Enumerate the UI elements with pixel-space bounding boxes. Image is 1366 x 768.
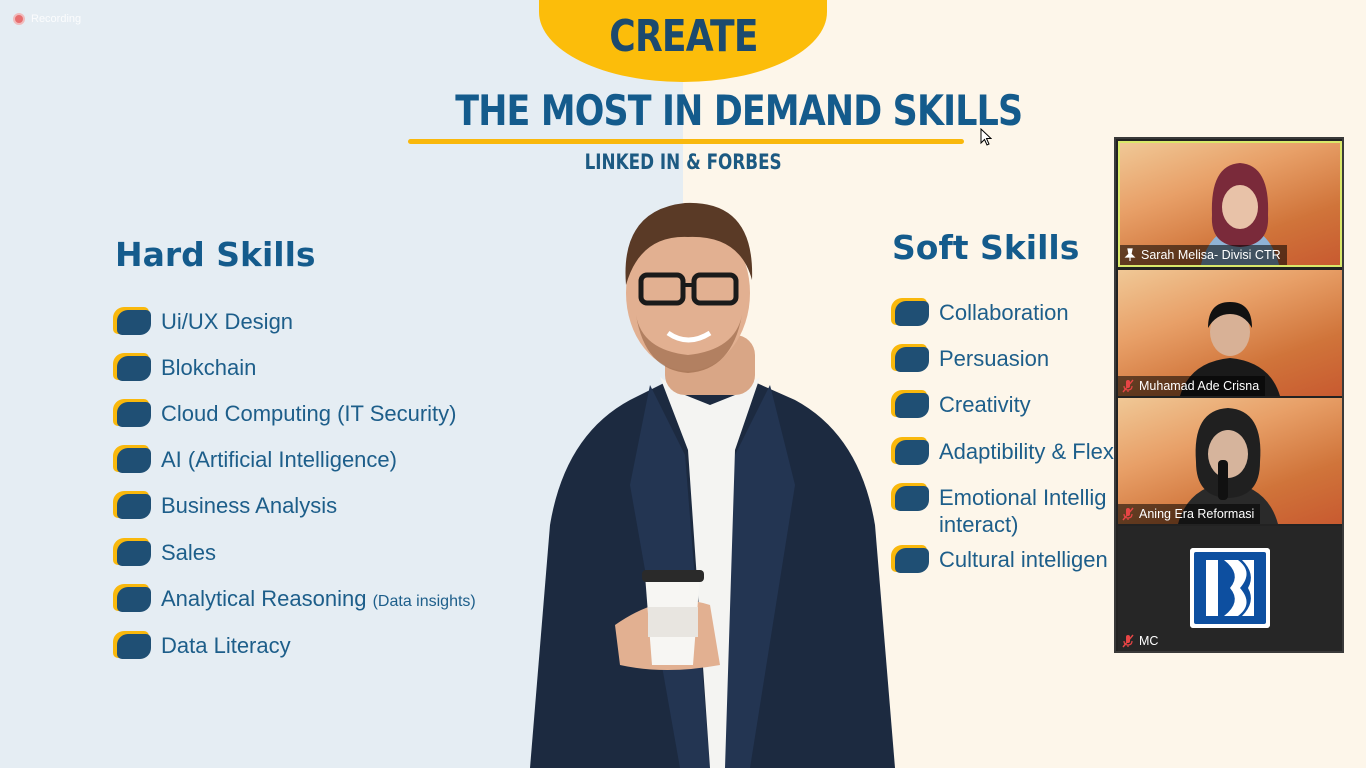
mic-muted-icon [1122,634,1134,648]
hard-skill-item: Cloud Computing (IT Security) [113,399,457,428]
hard-skill-item: Blokchain [113,353,257,382]
skill-label: Emotional Intellig interact) [939,484,1107,538]
skill-label: Ui/UX Design [161,309,294,334]
participant-tile[interactable]: Sarah Melisa- Divisi CTR [1118,141,1342,267]
skill-label: Data Literacy [161,633,291,658]
bullet-icon [113,353,151,382]
skill-label: Business Analysis [161,493,338,518]
skill-label: Cultural intelligen [939,547,1108,572]
title-underline [408,139,964,144]
skill-label-line2: interact) [939,512,1019,537]
soft-skill-item: Persuasion [891,344,1050,373]
skill-note: (Data insights) [372,593,476,610]
businessman-photo [530,202,895,768]
hard-skills-heading: Hard Skills [115,235,316,274]
mic-muted-icon [1122,379,1134,393]
soft-skills-heading: Soft Skills [892,228,1080,267]
skill-label-main: Analytical Reasoning [161,586,367,611]
bullet-icon [113,491,151,520]
slide-subtitle: LINKED IN & FORBES [584,150,782,174]
participant-name: Muhamad Ade Crisna [1139,379,1260,393]
skill-label: Collaboration [939,300,1069,325]
bullet-icon [891,545,929,574]
skill-label-line1: Emotional Intellig [939,485,1107,510]
skill-label: Persuasion [939,346,1050,371]
participant-name: MC [1139,634,1159,648]
participant-name-bar: Aning Era Reformasi [1118,504,1261,524]
mouse-cursor-icon [980,128,992,146]
soft-skill-item: Creativity [891,390,1031,419]
mic-muted-icon [1122,507,1134,521]
hard-skill-item: Sales [113,538,217,567]
record-icon [13,13,25,25]
skill-label: Sales [161,540,217,565]
participant-name: Sarah Melisa- Divisi CTR [1141,248,1281,262]
skill-label: Cloud Computing (IT Security) [161,401,457,426]
participant-name: Aning Era Reformasi [1139,507,1255,521]
soft-skill-item: Emotional Intellig interact) [891,483,1107,538]
soft-skill-item: Cultural intelligen [891,545,1108,574]
bullet-icon [891,298,929,327]
bullet-icon [891,390,929,419]
create-label: CREATE [608,11,758,62]
hard-skill-item: Ui/UX Design [113,307,294,336]
participant-tile[interactable]: Muhamad Ade Crisna [1118,270,1342,396]
participant-tile[interactable]: Aning Era Reformasi [1118,398,1342,524]
skill-label: Creativity [939,392,1031,417]
bullet-icon [113,307,151,336]
hard-skill-item: Business Analysis [113,491,338,520]
recording-label: Recording [31,13,82,25]
hard-skill-item: AI (Artificial Intelligence) [113,445,397,474]
participant-name-bar: Sarah Melisa- Divisi CTR [1120,245,1287,265]
hard-skill-item: Analytical Reasoning (Data insights) [113,584,476,615]
slide-title: THE MOST IN DEMAND SKILLS [455,86,1023,135]
skill-label: AI (Artificial Intelligence) [161,447,397,472]
pin-icon [1124,248,1136,261]
participant-name-bar: MC [1118,631,1164,651]
bri-logo-avatar [1190,548,1270,628]
bullet-icon [113,538,151,567]
hard-skill-item: Data Literacy [113,631,291,660]
bullet-icon [891,344,929,373]
participant-tile[interactable]: MC [1118,526,1342,651]
skill-label: Adaptibility & Flex [939,439,1114,464]
soft-skill-item: Adaptibility & Flex [891,437,1114,466]
bullet-icon [891,483,929,512]
bullet-icon [113,445,151,474]
soft-skill-item: Collaboration [891,298,1069,327]
bullet-icon [113,399,151,428]
recording-indicator[interactable]: Recording [13,13,81,25]
bullet-icon [113,584,151,613]
skill-label: Blokchain [161,355,257,380]
participant-video-panel[interactable]: Sarah Melisa- Divisi CTR Muhamad Ade Cri… [1114,137,1344,653]
bullet-icon [891,437,929,466]
bullet-icon [113,631,151,660]
skill-label: Analytical Reasoning (Data insights) [161,585,476,615]
participant-name-bar: Muhamad Ade Crisna [1118,376,1266,396]
